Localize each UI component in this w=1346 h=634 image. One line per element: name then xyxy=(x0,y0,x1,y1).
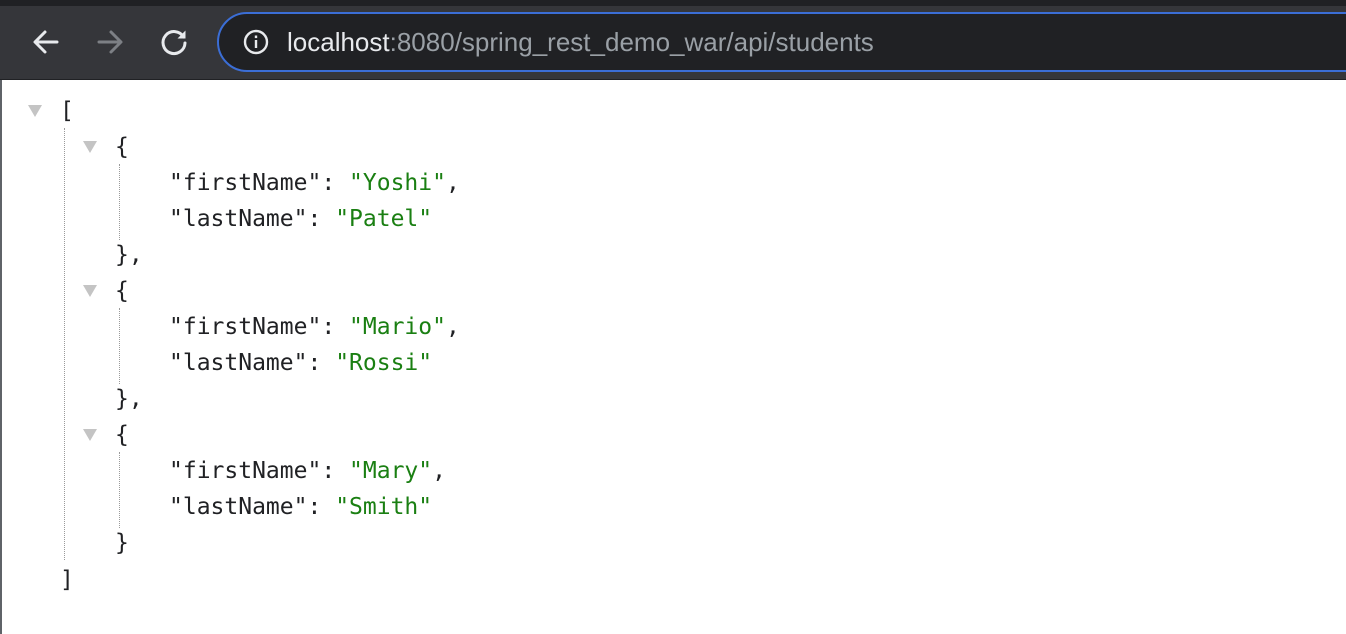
object-guide-line xyxy=(119,164,120,240)
json-key: "lastName" xyxy=(169,206,308,232)
tab-strip xyxy=(0,0,1346,6)
json-property: "firstName": "Mary", xyxy=(169,458,446,484)
array-guide-line xyxy=(64,128,65,560)
back-button[interactable] xyxy=(26,22,66,62)
json-key: "firstName" xyxy=(169,458,322,484)
json-key: "lastName" xyxy=(169,350,308,376)
url-path: :8080/spring_rest_demo_war/api/students xyxy=(389,27,874,57)
object-close-brace: } xyxy=(115,530,129,556)
object-close-brace: }, xyxy=(115,386,143,412)
json-viewer: [ { "firstName": "Yoshi", "lastName": "P… xyxy=(0,80,1346,634)
object-guide-line xyxy=(119,452,120,528)
json-string-value: "Mario" xyxy=(349,314,446,340)
object-open-brace: { xyxy=(115,134,129,160)
json-string-value: "Rossi" xyxy=(335,350,433,376)
object-guide-line xyxy=(119,308,120,384)
json-property: "firstName": "Yoshi", xyxy=(169,170,460,196)
collapse-toggle-icon[interactable] xyxy=(28,105,42,117)
array-close-bracket: ] xyxy=(60,567,74,593)
object-open-brace: { xyxy=(115,278,129,304)
object-close-brace: }, xyxy=(115,242,143,268)
json-key: "firstName" xyxy=(169,170,322,196)
reload-icon xyxy=(161,30,187,56)
info-icon[interactable] xyxy=(243,29,269,55)
arrow-right-icon xyxy=(97,30,123,54)
json-string-value: "Smith" xyxy=(335,494,433,520)
json-key: "lastName" xyxy=(169,494,308,520)
array-open-bracket: [ xyxy=(60,98,74,124)
browser-toolbar: localhost:8080/spring_rest_demo_war/api/… xyxy=(0,0,1346,80)
json-property: "lastName": "Patel" xyxy=(169,206,433,232)
json-string-value: "Yoshi" xyxy=(349,170,446,196)
url-text[interactable]: localhost:8080/spring_rest_demo_war/api/… xyxy=(287,26,874,58)
collapse-toggle-icon[interactable] xyxy=(83,141,97,153)
collapse-toggle-icon[interactable] xyxy=(83,285,97,297)
forward-button[interactable] xyxy=(90,22,130,62)
arrow-left-icon xyxy=(33,30,59,54)
json-string-value: "Patel" xyxy=(335,206,433,232)
reload-button[interactable] xyxy=(154,22,194,62)
object-open-brace: { xyxy=(115,422,129,448)
address-bar[interactable]: localhost:8080/spring_rest_demo_war/api/… xyxy=(217,12,1346,72)
json-property: "lastName": "Rossi" xyxy=(169,350,433,376)
json-key: "firstName" xyxy=(169,314,322,340)
collapse-toggle-icon[interactable] xyxy=(83,429,97,441)
json-property: "firstName": "Mario", xyxy=(169,314,460,340)
url-host: localhost xyxy=(287,27,390,57)
json-property: "lastName": "Smith" xyxy=(169,494,433,520)
json-string-value: "Mary" xyxy=(349,458,433,484)
